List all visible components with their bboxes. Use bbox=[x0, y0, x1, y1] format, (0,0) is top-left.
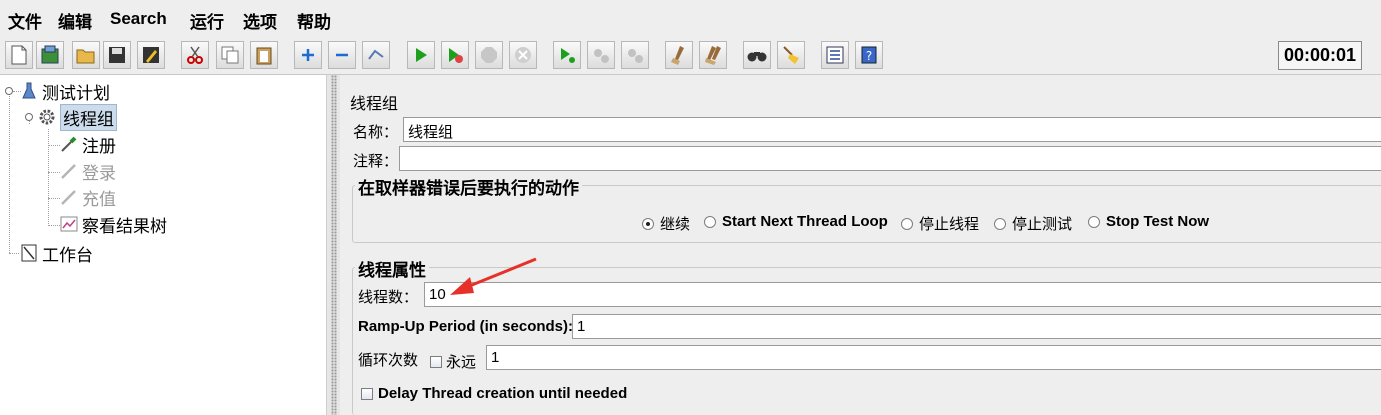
stop-icon[interactable] bbox=[475, 41, 503, 69]
tree-node-recharge[interactable]: 充值 bbox=[60, 185, 116, 210]
pipette-icon bbox=[60, 135, 78, 153]
remote-start-icon[interactable] bbox=[553, 41, 581, 69]
paste-icon[interactable] bbox=[250, 41, 278, 69]
cut-icon[interactable] bbox=[181, 41, 209, 69]
clear-all-icon[interactable] bbox=[699, 41, 727, 69]
save-icon[interactable] bbox=[103, 41, 131, 69]
collapse-icon[interactable] bbox=[328, 41, 356, 69]
panel-title: 线程组 bbox=[350, 94, 399, 113]
radio-stop-test[interactable]: 停止测试 bbox=[994, 213, 1072, 234]
svg-text:?: ? bbox=[866, 49, 872, 63]
forever-checkbox[interactable]: 永远 bbox=[430, 351, 476, 372]
function-helper-icon[interactable] bbox=[821, 41, 849, 69]
loop-count-field[interactable]: 1 bbox=[486, 345, 1381, 370]
gear-icon bbox=[38, 108, 56, 126]
tree-node-workbench[interactable]: 工作台 bbox=[20, 241, 93, 266]
menu-file[interactable]: 文件 bbox=[8, 8, 42, 33]
workbench-icon bbox=[20, 244, 38, 262]
name-field[interactable]: 线程组 bbox=[403, 117, 1381, 142]
pipette-icon bbox=[60, 188, 78, 206]
thread-properties-title: 线程属性 bbox=[355, 256, 429, 281]
templates-icon[interactable] bbox=[36, 41, 64, 69]
rampup-field[interactable]: 1 bbox=[572, 314, 1381, 339]
radio-stop-test-now[interactable]: Stop Test Now bbox=[1088, 213, 1209, 230]
expand-toggle-test-plan[interactable] bbox=[5, 87, 13, 95]
toolbar: ? bbox=[0, 38, 1381, 75]
radio-continue[interactable]: 继续 bbox=[642, 213, 690, 234]
radio-stop-thread[interactable]: 停止线程 bbox=[901, 213, 979, 234]
tree-node-login[interactable]: 登录 bbox=[60, 159, 116, 184]
pipette-icon bbox=[60, 162, 78, 180]
rampup-label: Ramp-Up Period (in seconds): bbox=[358, 318, 574, 335]
menu-run[interactable]: 运行 bbox=[190, 8, 224, 33]
name-label: 名称： bbox=[353, 123, 399, 141]
sampler-error-group-title: 在取样器错误后要执行的动作 bbox=[355, 174, 582, 199]
open-icon[interactable] bbox=[72, 41, 100, 69]
threads-label: 线程数： bbox=[358, 288, 419, 306]
menu-edit[interactable]: 编辑 bbox=[58, 8, 92, 33]
menu-options[interactable]: 选项 bbox=[243, 8, 277, 33]
clear-icon[interactable] bbox=[665, 41, 693, 69]
delay-thread-creation-checkbox[interactable]: Delay Thread creation until needed bbox=[361, 385, 627, 402]
copy-icon[interactable] bbox=[216, 41, 244, 69]
reset-search-broom-icon[interactable] bbox=[777, 41, 805, 69]
thread-group-panel: 线程组 名称： 线程组 注释： 在取样器错误后要执行的动作 继续 Start N… bbox=[340, 75, 1381, 415]
new-icon[interactable] bbox=[5, 41, 33, 69]
tree-node-test-plan[interactable]: 测试计划 bbox=[20, 79, 110, 104]
menu-help[interactable]: 帮助 bbox=[297, 8, 331, 33]
tree-node-view-results-tree[interactable]: 察看结果树 bbox=[60, 212, 167, 237]
chart-icon bbox=[60, 215, 78, 233]
radio-start-next-thread-loop[interactable]: Start Next Thread Loop bbox=[704, 213, 888, 230]
expand-icon[interactable] bbox=[294, 41, 322, 69]
toggle-icon[interactable] bbox=[362, 41, 390, 69]
tree-node-thread-group[interactable]: 线程组 bbox=[38, 103, 117, 131]
menu-bar: 文件 编辑 Search 运行 选项 帮助 bbox=[0, 0, 1381, 38]
comment-field[interactable] bbox=[399, 146, 1381, 171]
remote-stop-icon[interactable] bbox=[587, 41, 615, 69]
tree-node-register[interactable]: 注册 bbox=[60, 132, 116, 157]
search-binoculars-icon[interactable] bbox=[743, 41, 771, 69]
start-icon[interactable] bbox=[407, 41, 435, 69]
remote-shutdown-icon[interactable] bbox=[621, 41, 649, 69]
flask-icon bbox=[20, 82, 38, 100]
test-plan-tree: 测试计划 线程组 注册 登录 充值 察看结果树 工作台 bbox=[0, 75, 326, 415]
help-icon[interactable]: ? bbox=[855, 41, 883, 69]
menu-search[interactable]: Search bbox=[110, 9, 167, 29]
shutdown-icon[interactable] bbox=[509, 41, 537, 69]
loop-count-label: 循环次数 bbox=[358, 351, 419, 369]
elapsed-timer: 00:00:01 bbox=[1278, 41, 1362, 70]
start-no-pause-icon[interactable] bbox=[441, 41, 469, 69]
threads-field[interactable]: 10 bbox=[424, 282, 1381, 307]
annotation-arrow-icon bbox=[450, 257, 537, 295]
save-as-icon[interactable] bbox=[137, 41, 165, 69]
comment-label: 注释： bbox=[353, 152, 399, 170]
split-pane-divider[interactable] bbox=[326, 75, 340, 415]
expand-toggle-thread-group[interactable] bbox=[25, 113, 33, 121]
